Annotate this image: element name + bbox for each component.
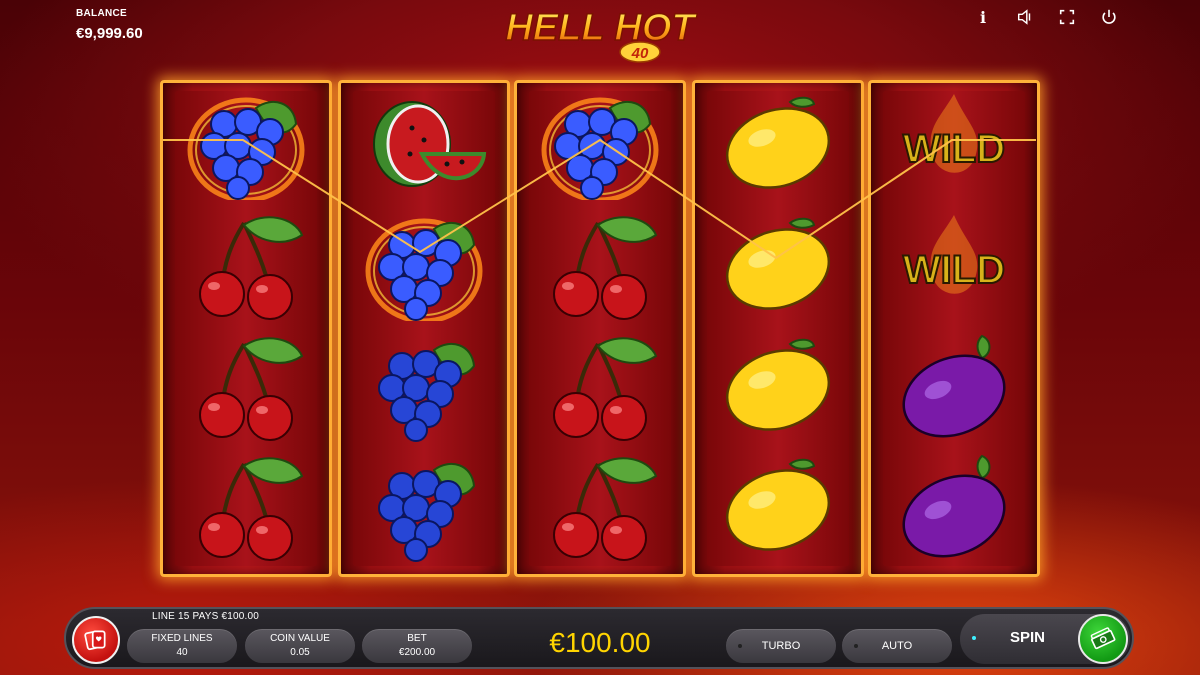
win-amount: €100.00 xyxy=(549,627,651,658)
symbol-watermelon xyxy=(338,85,510,203)
bet-label: BET xyxy=(407,633,427,644)
plum-icon xyxy=(902,334,1006,438)
fixed-lines-label: FIXED LINES xyxy=(151,633,213,644)
fullscreen-icon[interactable] xyxy=(1046,6,1088,28)
grapes-win-icon xyxy=(541,97,659,200)
symbol-cherries xyxy=(514,206,686,324)
symbol-lemon xyxy=(692,85,864,203)
lemon-icon xyxy=(725,338,831,431)
balance-value: €9,999.60 xyxy=(76,25,143,42)
bet-value: €200.00 xyxy=(398,647,436,658)
power-icon[interactable] xyxy=(1088,6,1130,28)
info-icon-glyph: i xyxy=(979,7,987,27)
spin-label: SPIN xyxy=(1010,629,1046,646)
grapes-win-icon xyxy=(365,218,483,321)
plum-icon xyxy=(902,454,1006,558)
symbol-grapes xyxy=(338,327,510,445)
balance-display: BALANCE €9,999.60 xyxy=(76,8,143,42)
symbol-plum xyxy=(868,447,1040,565)
symbol-plum xyxy=(868,327,1040,445)
cherries-icon xyxy=(199,216,304,320)
bet-control[interactable]: BET €200.00 xyxy=(362,629,472,663)
symbol-wild: WILD xyxy=(868,206,1040,324)
symbol-cherries xyxy=(160,447,332,565)
reel-1 xyxy=(160,80,332,577)
turbo-label: TURBO xyxy=(761,640,801,652)
symbol-cherries xyxy=(160,206,332,324)
cherries-icon xyxy=(199,337,304,441)
lemon-icon xyxy=(725,217,831,310)
symbol-lemon xyxy=(692,327,864,445)
symbol-wild: WILD xyxy=(868,85,1040,203)
auto-indicator xyxy=(854,644,858,648)
wild-icon: WILD xyxy=(902,215,1006,294)
lemon-icon xyxy=(725,96,831,189)
symbol-grapes-win xyxy=(160,85,332,203)
wild-icon: WILD xyxy=(902,94,1006,173)
symbol-lemon xyxy=(692,447,864,565)
symbol-cherries xyxy=(160,327,332,445)
turbo-button[interactable]: TURBO xyxy=(726,629,836,663)
symbol-cherries xyxy=(514,327,686,445)
grapes-icon xyxy=(378,342,476,442)
logo-title: HELL HOT xyxy=(505,7,697,49)
cards-icon xyxy=(84,630,106,651)
paytable-button[interactable] xyxy=(72,616,120,664)
reel-3 xyxy=(514,80,686,577)
spin-indicator xyxy=(972,636,976,640)
symbol-grapes xyxy=(338,447,510,565)
reel-2 xyxy=(338,80,510,577)
top-toolbar: i xyxy=(962,6,1130,28)
cherries-icon xyxy=(553,216,658,320)
coin-value-control[interactable]: COIN VALUE 0.05 xyxy=(245,629,355,663)
balance-label: BALANCE xyxy=(76,8,127,19)
logo-subtitle: 40 xyxy=(631,45,649,62)
fixed-lines-value: 40 xyxy=(176,647,188,658)
auto-label: AUTO xyxy=(881,640,913,652)
money-icon xyxy=(1090,627,1116,650)
turbo-indicator xyxy=(738,644,742,648)
grapes-icon xyxy=(378,462,476,562)
info-icon[interactable]: i xyxy=(962,6,1004,28)
game-logo: HELL HOT 40 xyxy=(505,6,698,63)
line-pays-text: LINE 15 PAYS €100.00 xyxy=(152,611,260,622)
wild-label: WILD xyxy=(903,127,1005,171)
symbol-cherries xyxy=(514,447,686,565)
cherries-icon xyxy=(199,457,304,561)
grapes-win-icon xyxy=(187,97,305,200)
fixed-lines-control[interactable]: FIXED LINES 40 xyxy=(127,629,237,663)
watermelon-icon xyxy=(373,101,487,187)
auto-button[interactable]: AUTO xyxy=(842,629,952,663)
coin-value-label: COIN VALUE xyxy=(270,633,330,644)
coin-value-value: 0.05 xyxy=(290,647,310,658)
symbol-lemon xyxy=(692,206,864,324)
lemon-icon xyxy=(725,458,831,551)
spin-icon-button[interactable] xyxy=(1078,614,1128,664)
wild-label: WILD xyxy=(903,248,1005,292)
reel-5: WILD WILD xyxy=(868,80,1040,577)
cherries-icon xyxy=(553,337,658,441)
symbol-grapes-win xyxy=(338,206,510,324)
reel-4 xyxy=(692,80,864,577)
symbol-grapes-win xyxy=(514,85,686,203)
cherries-icon xyxy=(553,457,658,561)
sound-icon[interactable] xyxy=(1004,6,1046,28)
